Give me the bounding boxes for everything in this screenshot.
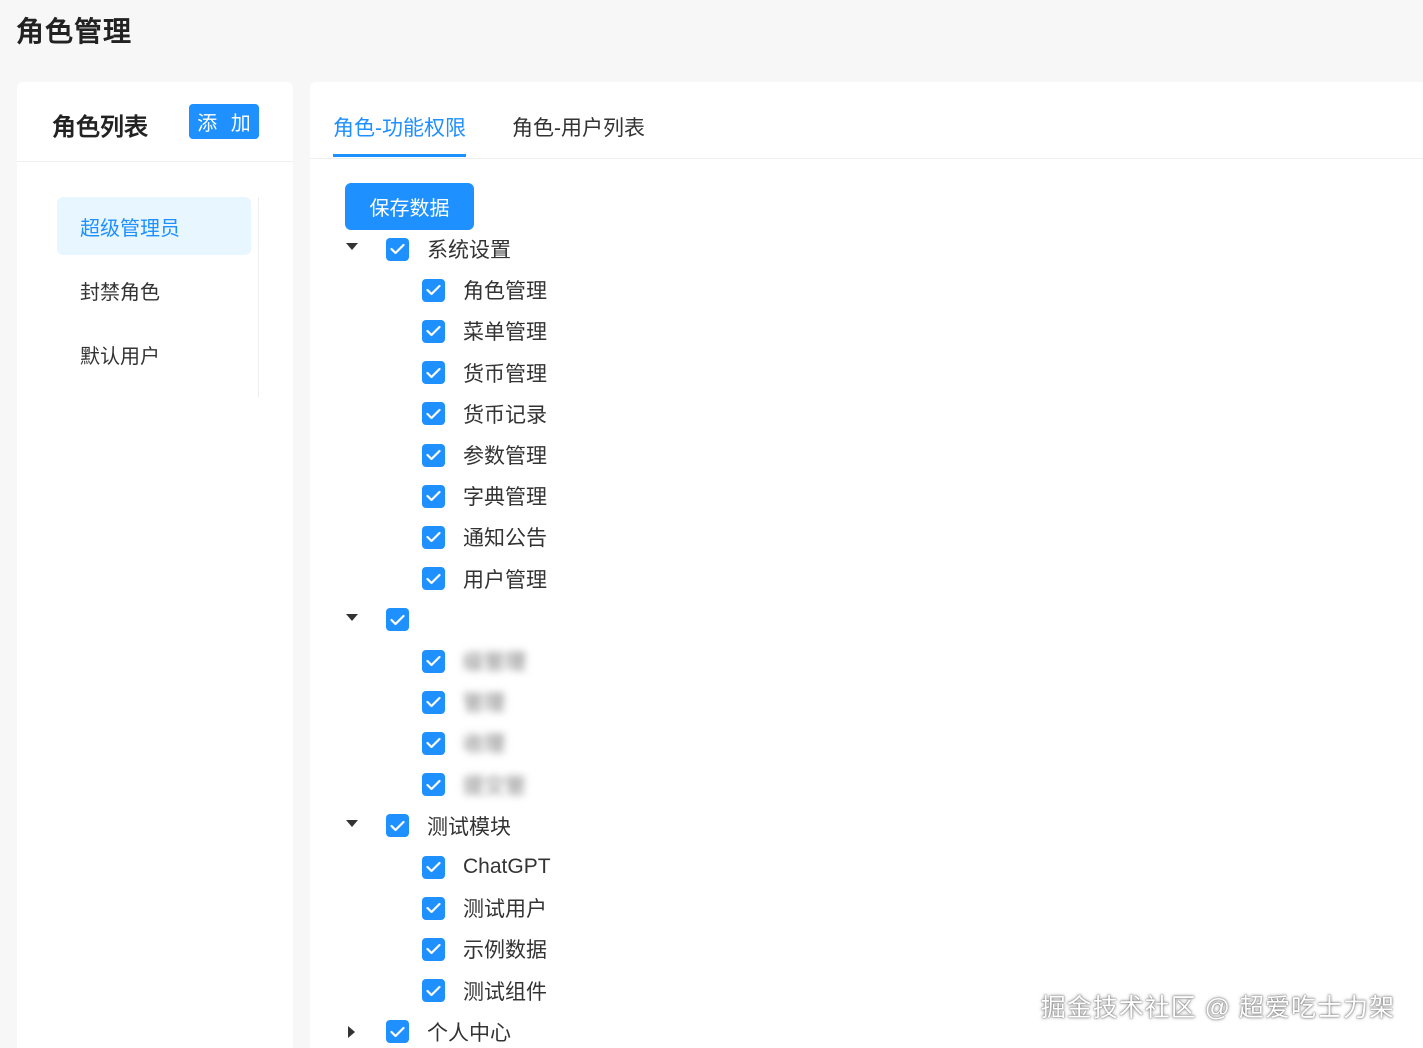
tree-checkbox[interactable] <box>422 979 445 1003</box>
tree-leaf-node: ChatGPT <box>422 852 551 882</box>
tree-checkbox[interactable] <box>422 649 445 673</box>
check-icon <box>426 985 441 996</box>
check-icon <box>426 408 441 419</box>
tree-leaf-node: 级管理 <box>422 646 526 676</box>
check-icon <box>426 738 441 749</box>
tree-group-node <box>346 605 427 635</box>
tree-node-label: 系统设置 <box>427 239 511 262</box>
tree-checkbox[interactable] <box>422 937 445 961</box>
check-icon <box>390 243 405 255</box>
tree-checkbox[interactable] <box>422 484 445 508</box>
tree-checkbox[interactable] <box>422 525 445 549</box>
tree-checkbox[interactable] <box>422 855 445 879</box>
tree-checkbox[interactable] <box>386 608 409 632</box>
role-item-super-admin[interactable]: 超级管理员 <box>57 197 251 255</box>
check-icon <box>390 1026 405 1037</box>
check-icon <box>426 285 441 296</box>
check-icon <box>426 491 441 502</box>
tree-checkbox[interactable] <box>422 690 445 714</box>
check-icon <box>426 449 441 461</box>
role-list: 超级管理员 封禁角色 默认用户 <box>57 197 259 397</box>
tree-node-label: 参数管理 <box>463 445 547 468</box>
tree-node-label: ChatGPT <box>463 855 551 878</box>
check-icon <box>426 573 441 584</box>
tree-checkbox[interactable] <box>422 319 445 343</box>
tree-checkbox[interactable] <box>386 1020 409 1044</box>
roles-panel-header: 角色列表 添 加 <box>17 82 293 162</box>
tree-node-label: 菜单管理 <box>463 321 547 345</box>
tree-leaf-node: 管理 <box>422 687 505 717</box>
tree-leaf-node: 收理 <box>422 728 505 758</box>
tree-checkbox[interactable] <box>422 731 445 755</box>
check-icon <box>426 367 441 378</box>
caret-down-icon[interactable] <box>346 819 358 827</box>
tree-node-label: 字典管理 <box>463 486 547 510</box>
tree-checkbox[interactable] <box>422 773 445 797</box>
tree-node-label: 示例数据 <box>463 939 547 963</box>
tree-checkbox[interactable] <box>422 361 445 385</box>
check-icon <box>426 326 441 337</box>
check-icon <box>426 655 441 667</box>
tree-node-label: 测试模块 <box>427 815 511 839</box>
tree-checkbox[interactable] <box>422 402 445 426</box>
check-icon <box>390 614 405 625</box>
tree-leaf-node: 测试用户 <box>422 893 547 923</box>
tree-node-label: 提交管 <box>463 774 526 798</box>
tree-leaf-node: 测试组件 <box>422 976 547 1006</box>
tree-node-label: 个人中心 <box>427 1021 511 1045</box>
tree-leaf-node: 通知公告 <box>422 522 547 552</box>
tree-leaf-node: 角色管理 <box>422 275 547 305</box>
check-icon <box>426 861 441 873</box>
tree-checkbox[interactable] <box>422 278 445 302</box>
add-role-button[interactable]: 添 加 <box>189 104 259 139</box>
tree-group-node: 测试模块 <box>346 811 511 841</box>
check-icon <box>426 532 441 543</box>
tree-node-label: 货币记录 <box>463 403 547 427</box>
tree-node-label: 管理 <box>463 692 505 716</box>
tree-leaf-node: 菜单管理 <box>422 316 547 346</box>
tree-node-label: 测试用户 <box>463 898 547 922</box>
caret-down-icon[interactable] <box>346 243 358 250</box>
tab-role-permissions[interactable]: 角色-功能权限 <box>333 112 466 157</box>
tree-node-label: 测试组件 <box>463 980 547 1004</box>
roles-panel-title: 角色列表 <box>52 114 148 141</box>
tree-group-node: 个人中心 <box>348 1017 511 1047</box>
main-panel: 角色-功能权限 角色-用户列表 保存数据 系统设置角色管理菜单管理货币管理货币记… <box>310 82 1423 1048</box>
check-icon <box>426 697 441 708</box>
tree-leaf-node: 货币管理 <box>422 358 547 388</box>
tree-leaf-node: 用户管理 <box>422 564 547 594</box>
check-icon <box>426 903 441 914</box>
tree-leaf-node: 货币记录 <box>422 399 547 429</box>
watermark: 掘金技术社区 @ 超爱吃士力架 <box>1040 994 1395 1022</box>
tree-node-label: 角色管理 <box>463 280 547 304</box>
tree-checkbox[interactable] <box>422 896 445 920</box>
tree-leaf-node: 字典管理 <box>422 481 547 511</box>
tree-group-node: 系统设置 <box>346 234 511 264</box>
save-data-button[interactable]: 保存数据 <box>345 183 474 230</box>
tree-leaf-node: 参数管理 <box>422 440 547 470</box>
check-icon <box>390 820 405 831</box>
page-title: 角色管理 <box>16 16 133 47</box>
tree-node-label: 级管理 <box>463 651 526 674</box>
tree-checkbox[interactable] <box>422 443 445 467</box>
tree-leaf-node: 提交管 <box>422 770 526 800</box>
tree-node-label: 用户管理 <box>463 568 547 592</box>
check-icon <box>426 944 441 955</box>
caret-right-icon[interactable] <box>348 1025 355 1038</box>
roles-panel: 角色列表 添 加 超级管理员 封禁角色 默认用户 <box>17 82 293 1048</box>
tree-checkbox[interactable] <box>386 237 409 261</box>
tree-checkbox[interactable] <box>422 567 445 591</box>
role-item-default-user[interactable]: 默认用户 <box>57 325 251 383</box>
role-item-banned[interactable]: 封禁角色 <box>57 261 251 319</box>
check-icon <box>426 779 441 790</box>
caret-down-icon[interactable] <box>346 613 358 621</box>
tree-node-label: 通知公告 <box>463 527 547 551</box>
tree-leaf-node: 示例数据 <box>422 934 547 964</box>
tree-node-label: 货币管理 <box>463 362 547 386</box>
tab-bar: 角色-功能权限 角色-用户列表 <box>310 82 1423 159</box>
tab-role-users[interactable]: 角色-用户列表 <box>512 112 645 154</box>
tree-node-label: 收理 <box>463 733 505 757</box>
tree-checkbox[interactable] <box>386 814 409 838</box>
